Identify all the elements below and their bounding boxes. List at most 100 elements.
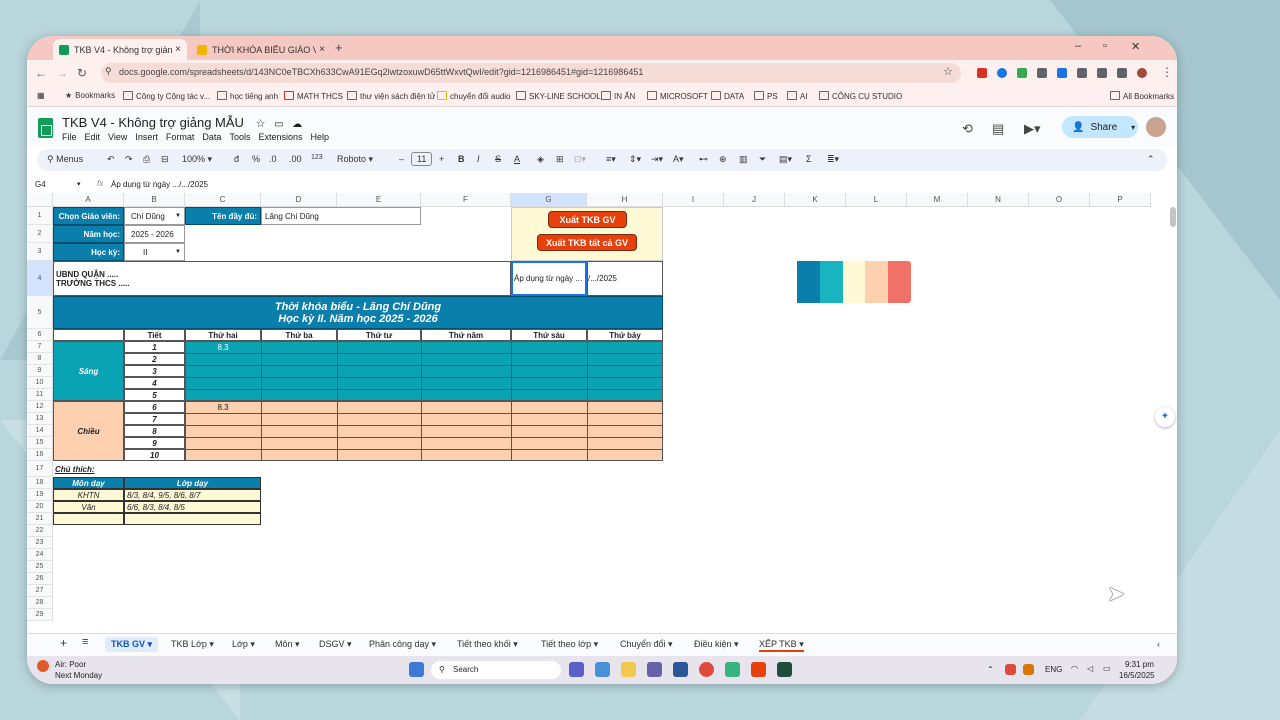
tray-icon[interactable] xyxy=(1005,664,1016,675)
column-header[interactable]: P xyxy=(1090,193,1151,207)
sheet-tab[interactable]: Môn ▾ xyxy=(275,639,300,650)
menu-view[interactable]: View xyxy=(108,132,127,142)
column-header[interactable]: C xyxy=(185,193,261,207)
reload-icon[interactable]: ↻ xyxy=(77,66,87,80)
name-box[interactable]: G4 xyxy=(35,180,46,189)
close-window-icon[interactable]: ✕ xyxy=(1131,40,1140,53)
menus-search[interactable]: ⚲ Menus xyxy=(47,154,83,165)
row-header[interactable]: 4 xyxy=(27,261,53,296)
weather-forecast[interactable]: Next Monday xyxy=(55,671,102,680)
row-header[interactable]: 13 xyxy=(27,413,53,425)
battery-icon[interactable]: ▭ xyxy=(1103,664,1111,673)
row-header[interactable]: 9 xyxy=(27,365,53,377)
bookmark-item[interactable]: chuyển đổi audio xyxy=(437,91,511,101)
row-header[interactable]: 20 xyxy=(27,501,53,513)
column-header[interactable]: E xyxy=(337,193,421,207)
task-view-icon[interactable] xyxy=(569,662,584,677)
row-header[interactable]: 15 xyxy=(27,437,53,449)
chrome-icon[interactable] xyxy=(699,662,714,677)
valign-icon[interactable]: ⇕▾ xyxy=(629,154,641,165)
move-folder-icon[interactable]: ▭ xyxy=(274,119,283,130)
forward-icon[interactable]: → xyxy=(56,66,68,80)
row-header[interactable]: 3 xyxy=(27,243,53,261)
sheet-tab[interactable]: Điều kiện ▾ xyxy=(694,639,739,650)
extension-icon[interactable] xyxy=(1057,68,1067,78)
text-color-icon[interactable]: A xyxy=(514,154,520,164)
bookmark-item[interactable]: PS xyxy=(754,91,778,101)
column-header[interactable]: I xyxy=(663,193,724,207)
select-all-corner[interactable] xyxy=(27,193,53,207)
row-header[interactable]: 1 xyxy=(27,207,53,225)
italic-icon[interactable]: I xyxy=(477,154,480,164)
row-header[interactable]: 17 xyxy=(27,461,53,477)
weather-status[interactable]: Air: Poor xyxy=(55,660,86,669)
menu-help[interactable]: Help xyxy=(310,132,329,142)
row-header[interactable]: 12 xyxy=(27,401,53,413)
minimize-icon[interactable]: – xyxy=(1075,40,1081,52)
wifi-icon[interactable]: ◠ xyxy=(1071,664,1078,673)
row-header[interactable]: 11 xyxy=(27,389,53,401)
row-header[interactable]: 28 xyxy=(27,597,53,609)
browser-tab-sheet[interactable]: TKB V4 - Không trợ giảng MẪU × xyxy=(53,39,187,60)
tray-expand-icon[interactable]: ⌃ xyxy=(987,665,994,674)
export-teacher-button[interactable]: Xuất TKB GV xyxy=(548,211,627,228)
column-header[interactable]: F xyxy=(421,193,511,207)
bookmark-item[interactable]: SKY-LINE SCHOOL xyxy=(516,91,601,101)
bookmark-item[interactable]: Công ty Cộng tác v... xyxy=(123,91,210,101)
currency-button[interactable]: đ xyxy=(234,154,239,164)
tray-icon[interactable] xyxy=(1023,664,1034,675)
row-header[interactable]: 10 xyxy=(27,377,53,389)
camtasia-icon[interactable] xyxy=(725,662,740,677)
semester-select[interactable]: II ▼ xyxy=(124,243,185,261)
column-header[interactable]: L xyxy=(846,193,907,207)
column-header[interactable]: D xyxy=(261,193,337,207)
apply-date-year[interactable]: /.../2025 xyxy=(587,261,663,296)
bookmark-item[interactable]: DATA xyxy=(711,91,744,101)
sheet-tab[interactable]: Phân công dạy ▾ xyxy=(369,639,436,650)
close-tab-icon[interactable]: × xyxy=(319,44,325,55)
chart-icon[interactable]: ▥ xyxy=(739,154,748,165)
bookmark-item[interactable]: AI xyxy=(787,91,808,101)
school-year-value[interactable]: 2025 - 2026 xyxy=(124,225,185,243)
decrease-decimal-button[interactable]: .0 xyxy=(269,154,277,164)
row-header[interactable]: 25 xyxy=(27,561,53,573)
extension-icon[interactable] xyxy=(1017,68,1027,78)
bookmark-star-icon[interactable]: ☆ xyxy=(943,65,953,78)
app-icon[interactable] xyxy=(777,662,792,677)
weather-icon[interactable] xyxy=(37,660,49,672)
redo-icon[interactable]: ↷ xyxy=(125,154,133,165)
sheet-tab[interactable]: TKB Lớp ▾ xyxy=(171,639,214,650)
row-header[interactable]: 24 xyxy=(27,549,53,561)
extension-icon[interactable] xyxy=(977,68,987,78)
sidepanel-icon[interactable] xyxy=(1117,68,1127,78)
sheet-tab[interactable]: Tiết theo khối ▾ xyxy=(457,639,518,650)
row-header[interactable]: 7 xyxy=(27,341,53,353)
bookmark-item[interactable]: thư viện sách điện tử xyxy=(347,91,435,101)
column-header[interactable]: A xyxy=(53,193,124,207)
column-header[interactable]: N xyxy=(968,193,1029,207)
formula-input[interactable]: Áp dụng từ ngày .../.../2025 xyxy=(111,180,208,189)
color-palette-image[interactable] xyxy=(797,261,911,303)
profile-icon[interactable] xyxy=(1137,68,1147,78)
sheet-tab-tkb-gv[interactable]: TKB GV ▾ xyxy=(105,637,159,652)
decrease-font-icon[interactable]: – xyxy=(399,154,404,164)
sheet-tab[interactable]: XẾP TKB ▾ xyxy=(759,639,804,652)
chevron-down-icon[interactable]: ▾ xyxy=(1131,123,1135,132)
star-icon[interactable]: ☆ xyxy=(256,118,266,130)
menu-edit[interactable]: Edit xyxy=(85,132,101,142)
back-icon[interactable]: ← xyxy=(35,66,47,80)
font-select[interactable]: Roboto ▾ xyxy=(337,154,373,165)
font-size-input[interactable]: 11 xyxy=(411,152,433,166)
column-header[interactable]: B xyxy=(124,193,185,207)
sheet-tab[interactable]: Tiết theo lớp ▾ xyxy=(541,639,598,650)
row-header[interactable]: 18 xyxy=(27,477,53,489)
puzzle-icon[interactable] xyxy=(1097,68,1107,78)
column-header[interactable]: H xyxy=(587,193,663,207)
start-icon[interactable] xyxy=(409,662,424,677)
number-format-button[interactable]: 123 xyxy=(311,154,323,161)
apply-date-cell[interactable]: Áp dụng từ ngày ... xyxy=(511,261,587,296)
filter-icon[interactable]: ⏷ xyxy=(759,154,766,165)
bookmark-item[interactable]: học tiếng anh xyxy=(217,91,278,101)
increase-decimal-button[interactable]: .00 xyxy=(289,154,302,164)
row-header[interactable]: 27 xyxy=(27,585,53,597)
